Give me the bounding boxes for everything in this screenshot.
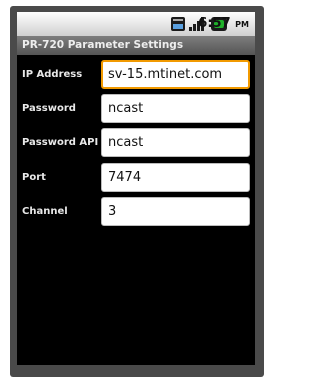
- phone-screen: 6:57 PM PR-720 Parameter Settings IP Add…: [17, 12, 255, 365]
- password-input[interactable]: ncast: [101, 94, 250, 123]
- ip-address-row: IP Address sv-15.mtinet.com: [17, 60, 255, 90]
- status-bar: 6:57 PM: [17, 12, 255, 36]
- port-row: Port 7474: [17, 163, 255, 193]
- clock-ampm: PM: [235, 20, 249, 29]
- password-api-row: Password API ncast: [17, 128, 255, 158]
- window-title: PR-720 Parameter Settings: [17, 36, 255, 55]
- ip-address-input[interactable]: sv-15.mtinet.com: [101, 60, 250, 89]
- password-row: Password ncast: [17, 94, 255, 124]
- password-api-input[interactable]: ncast: [101, 128, 250, 157]
- sim-icon: [171, 17, 185, 31]
- channel-row: Channel 3: [17, 197, 255, 227]
- port-label: Port: [22, 172, 46, 183]
- channel-label: Channel: [22, 206, 68, 217]
- channel-input[interactable]: 3: [101, 197, 250, 226]
- password-label: Password: [22, 103, 76, 114]
- port-input[interactable]: 7474: [101, 163, 250, 192]
- password-api-label: Password API: [22, 137, 99, 148]
- status-clock: 6:57 PM: [198, 16, 249, 31]
- clock-time: 6:57: [198, 16, 231, 31]
- ip-address-label: IP Address: [22, 69, 83, 80]
